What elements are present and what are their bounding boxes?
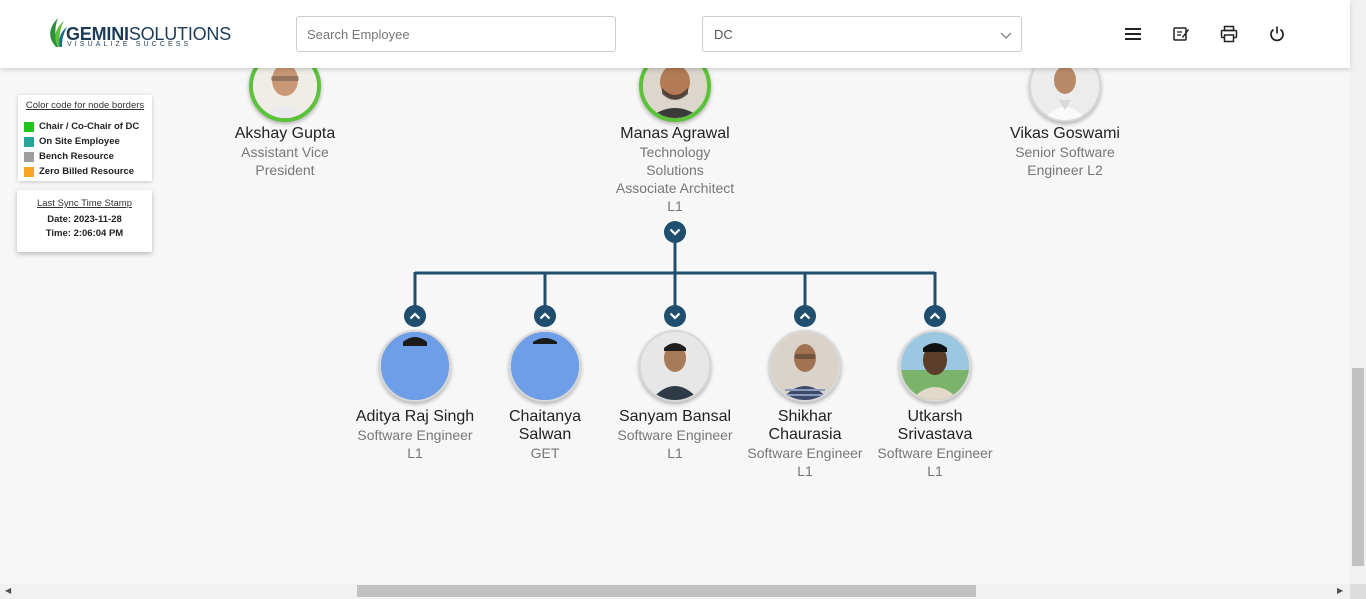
expand-toggle-button[interactable]	[924, 305, 946, 327]
chevron-down-icon	[669, 228, 681, 236]
employee-node-shikhar-chaurasia[interactable]: Shikhar Chaurasia Software Engineer L1	[740, 408, 870, 480]
person-photo-icon	[771, 332, 839, 400]
employee-name: Aditya Raj Singh	[355, 408, 475, 425]
avatar[interactable]	[899, 330, 971, 402]
employee-title: Software Engineer	[617, 427, 733, 443]
expand-toggle-button[interactable]	[404, 305, 426, 327]
edit-notes-button[interactable]	[1169, 22, 1193, 46]
employee-title: L1	[797, 463, 813, 479]
person-photo-icon	[511, 332, 579, 400]
employee-title: Assistant Vice	[241, 144, 329, 160]
employee-name: Sanyam Bansal	[618, 408, 732, 425]
gemini-solutions-logo[interactable]: GEMINISOLUTIONS VISUALIZE SUCCESS	[46, 16, 231, 52]
employee-node-utkarsh-srivastava[interactable]: Utkarsh Srivastava Software Engineer L1	[870, 408, 1000, 480]
employee-name: Salwan	[518, 426, 572, 443]
print-icon	[1220, 25, 1238, 43]
employee-title: L1	[667, 445, 683, 461]
chevron-up-icon	[929, 312, 941, 320]
employee-name: Utkarsh	[907, 408, 963, 425]
chevron-up-icon	[799, 312, 811, 320]
person-photo-icon	[381, 332, 449, 400]
edit-notes-icon	[1173, 27, 1189, 41]
menu-button[interactable]	[1121, 22, 1145, 46]
logout-button[interactable]	[1265, 22, 1289, 46]
employee-name: Vikas Goswami	[1010, 125, 1120, 142]
expand-toggle-button[interactable]	[534, 305, 556, 327]
chevron-up-icon	[409, 312, 421, 320]
power-icon	[1270, 26, 1284, 42]
employee-title: Associate Architect	[615, 180, 735, 196]
department-select-value: DC	[714, 27, 733, 42]
employee-node-manas-agrawal[interactable]: Manas Agrawal Technology Solutions Assoc…	[610, 125, 740, 215]
vertical-scrollbar-thumb[interactable]	[1352, 368, 1364, 566]
department-select[interactable]: DC	[702, 16, 1022, 52]
employee-title: GET	[530, 445, 560, 461]
employee-title: Software Engineer	[877, 445, 993, 461]
collapse-toggle-button[interactable]	[664, 305, 686, 327]
collapse-toggle-button[interactable]	[664, 221, 686, 243]
chevron-down-icon	[669, 312, 681, 320]
employee-title: L1	[927, 463, 943, 479]
menu-icon	[1125, 28, 1141, 40]
employee-name: Shikhar	[777, 408, 833, 425]
chevron-down-icon	[1000, 32, 1012, 39]
employee-title: L1	[667, 198, 683, 214]
leaf-logo-icon	[50, 18, 67, 47]
search-employee-input[interactable]	[296, 16, 616, 52]
employee-node-vikas-goswami[interactable]: Vikas Goswami Senior Software Engineer L…	[1000, 125, 1130, 179]
employee-title: Senior Software	[1015, 144, 1115, 160]
print-button[interactable]	[1217, 22, 1241, 46]
employee-title: L1	[407, 445, 423, 461]
employee-name: Manas Agrawal	[620, 125, 730, 142]
app-header: GEMINISOLUTIONS VISUALIZE SUCCESS DC	[0, 0, 1350, 68]
expand-toggle-button[interactable]	[794, 305, 816, 327]
avatar[interactable]	[509, 330, 581, 402]
person-photo-icon	[641, 332, 709, 400]
employee-node-aditya-raj-singh[interactable]: Aditya Raj Singh Software Engineer L1	[350, 408, 480, 462]
logo-tagline: VISUALIZE SUCCESS	[67, 41, 192, 48]
avatar[interactable]	[769, 330, 841, 402]
chevron-up-icon	[539, 312, 551, 320]
employee-name: Chaitanya	[508, 408, 582, 425]
employee-title: Software Engineer	[357, 427, 473, 443]
employee-title: President	[255, 162, 315, 178]
scroll-left-icon[interactable]: ◀	[5, 586, 11, 595]
employee-title: Technology	[639, 144, 711, 160]
employee-node-sanyam-bansal[interactable]: Sanyam Bansal Software Engineer L1	[610, 408, 740, 462]
employee-node-chaitanya-salwan[interactable]: Chaitanya Salwan GET	[480, 408, 610, 462]
employee-name: Chaurasia	[768, 426, 842, 443]
horizontal-scrollbar-thumb[interactable]	[357, 585, 976, 597]
employee-name: Srivastava	[897, 426, 973, 443]
employee-name: Akshay Gupta	[234, 125, 336, 142]
scrollbar-corner	[1350, 584, 1366, 599]
avatar[interactable]	[379, 330, 451, 402]
employee-title: Engineer L2	[1027, 162, 1103, 178]
person-photo-icon	[901, 332, 969, 400]
employee-node-akshay-gupta[interactable]: Akshay Gupta Assistant Vice President	[220, 125, 350, 179]
avatar[interactable]	[639, 330, 711, 402]
scroll-right-icon[interactable]: ▶	[1337, 586, 1343, 595]
employee-title: Software Engineer	[747, 445, 863, 461]
employee-title: Solutions	[646, 162, 704, 178]
